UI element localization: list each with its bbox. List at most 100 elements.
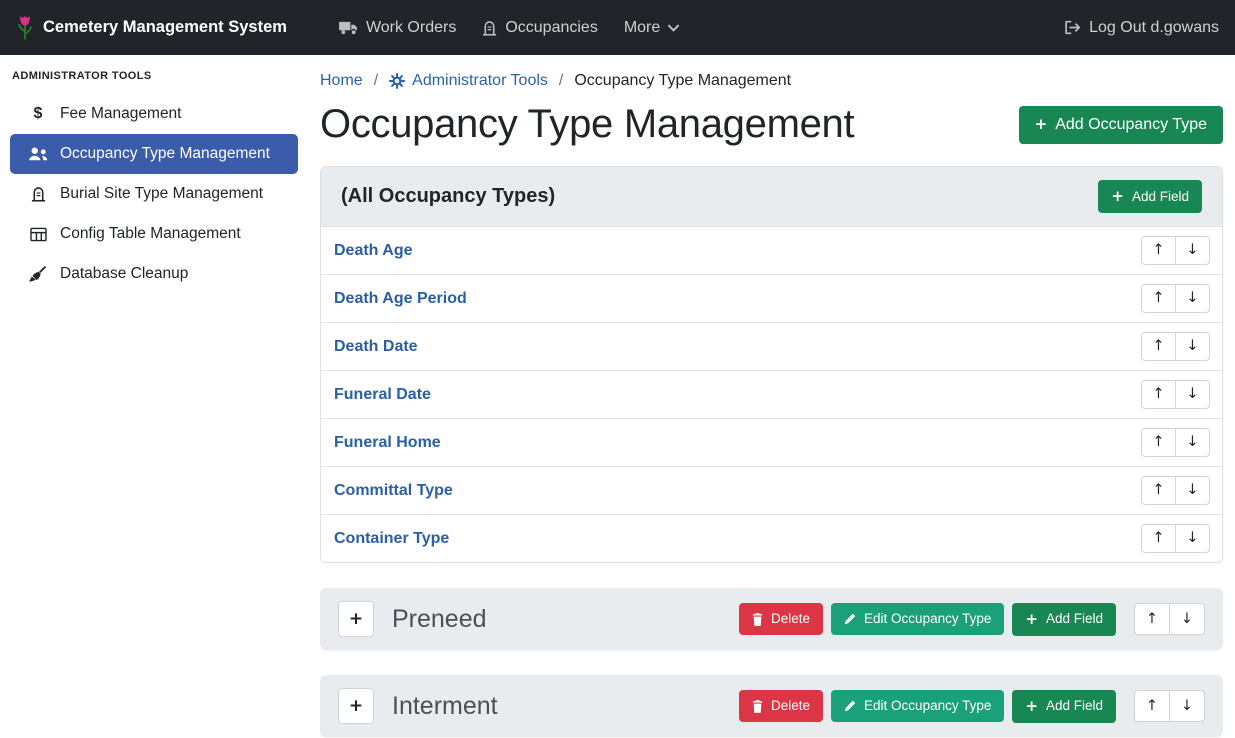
chevron-down-icon [668, 24, 679, 32]
sidebar-item-label: Fee Management [60, 105, 182, 123]
add-field-button[interactable]: + Add Field [1012, 690, 1116, 723]
app-title: Cemetery Management System [43, 18, 287, 37]
arrow-down-icon: ↓ [1181, 612, 1193, 627]
reorder-buttons: ↑ ↓ [1141, 284, 1210, 313]
plus-icon: + [1025, 699, 1038, 714]
add-occupancy-type-label: Add Occupancy Type [1055, 117, 1207, 133]
move-down-button[interactable]: ↓ [1175, 428, 1210, 457]
add-occupancy-type-button[interactable]: + Add Occupancy Type [1019, 106, 1223, 144]
arrow-up-icon: ↑ [1152, 531, 1164, 546]
move-down-button[interactable]: ↓ [1175, 284, 1210, 313]
add-field-button[interactable]: + Add Field [1098, 180, 1202, 213]
nav-more[interactable]: More [624, 19, 679, 37]
add-field-button[interactable]: + Add Field [1012, 603, 1116, 636]
breadcrumb-admin-tools[interactable]: Administrator Tools [389, 72, 548, 90]
nav-occupancies[interactable]: Occupancies [482, 19, 598, 37]
sidebar-item-fee-management[interactable]: $ Fee Management [10, 94, 298, 134]
field-link[interactable]: Committal Type [334, 482, 453, 500]
sidebar-item-occupancy-type-management[interactable]: Occupancy Type Management [10, 134, 298, 174]
edit-occupancy-type-label: Edit Occupancy Type [864, 699, 991, 713]
move-up-button[interactable]: ↑ [1141, 332, 1176, 361]
section-title: Interment [392, 692, 498, 721]
card-title: (All Occupancy Types) [341, 185, 555, 208]
arrow-up-icon: ↑ [1152, 291, 1164, 306]
page-layout: Administrator Tools $ Fee Management Occ… [0, 55, 1235, 737]
reorder-buttons: ↑ ↓ [1134, 690, 1205, 722]
arrow-down-icon: ↓ [1186, 291, 1198, 306]
field-link[interactable]: Death Age Period [334, 290, 467, 308]
move-down-button[interactable]: ↓ [1175, 332, 1210, 361]
reorder-buttons: ↑ ↓ [1141, 380, 1210, 409]
arrow-up-icon: ↑ [1146, 612, 1158, 627]
card-header: (All Occupancy Types) + Add Field [321, 167, 1222, 227]
breadcrumb-separator: / [374, 72, 378, 90]
move-up-button[interactable]: ↑ [1141, 524, 1176, 553]
arrow-down-icon: ↓ [1186, 531, 1198, 546]
move-down-button[interactable]: ↓ [1175, 524, 1210, 553]
move-up-button[interactable]: ↑ [1134, 690, 1170, 722]
breadcrumb-home[interactable]: Home [320, 72, 363, 90]
reorder-buttons: ↑ ↓ [1141, 476, 1210, 505]
occupancy-type-section-preneed: + Preneed Delete Edit Occupancy Type + A… [320, 588, 1223, 650]
nav-more-label: More [624, 19, 660, 37]
arrow-down-icon: ↓ [1186, 435, 1198, 450]
sidebar-item-label: Burial Site Type Management [60, 185, 263, 203]
field-row: Funeral Date ↑ ↓ [321, 370, 1222, 418]
move-up-button[interactable]: ↑ [1141, 428, 1176, 457]
move-down-button[interactable]: ↓ [1175, 236, 1210, 265]
field-row: Death Date ↑ ↓ [321, 322, 1222, 370]
field-link[interactable]: Death Date [334, 338, 418, 356]
delete-label: Delete [771, 699, 810, 713]
arrow-up-icon: ↑ [1152, 483, 1164, 498]
title-row: Occupancy Type Management + Add Occupanc… [320, 102, 1223, 147]
edit-occupancy-type-label: Edit Occupancy Type [864, 612, 991, 626]
dollar-icon: $ [26, 105, 50, 123]
field-link[interactable]: Container Type [334, 530, 449, 548]
truck-icon [339, 20, 358, 35]
all-occupancy-types-card: (All Occupancy Types) + Add Field Death … [320, 166, 1223, 563]
move-down-button[interactable]: ↓ [1169, 603, 1205, 635]
move-down-button[interactable]: ↓ [1169, 690, 1205, 722]
tulip-logo-icon [16, 14, 34, 41]
field-row: Committal Type ↑ ↓ [321, 466, 1222, 514]
sidebar-item-config-table-management[interactable]: Config Table Management [10, 214, 298, 254]
plus-icon: + [1025, 612, 1038, 627]
arrow-up-icon: ↑ [1152, 435, 1164, 450]
breadcrumb-admin-tools-label: Administrator Tools [412, 72, 548, 90]
field-link[interactable]: Funeral Home [334, 434, 441, 452]
sidebar-item-database-cleanup[interactable]: Database Cleanup [10, 254, 298, 294]
add-field-label: Add Field [1132, 190, 1189, 204]
logout-link[interactable]: Log Out d.gowans [1064, 19, 1219, 37]
arrow-down-icon: ↓ [1186, 243, 1198, 258]
field-link[interactable]: Funeral Date [334, 386, 431, 404]
move-up-button[interactable]: ↑ [1134, 603, 1170, 635]
main-content: Home / Administrator Tools / Occupancy T… [308, 55, 1235, 737]
move-up-button[interactable]: ↑ [1141, 284, 1176, 313]
edit-occupancy-type-button[interactable]: Edit Occupancy Type [831, 603, 1004, 635]
breadcrumb: Home / Administrator Tools / Occupancy T… [320, 72, 1223, 90]
move-down-button[interactable]: ↓ [1175, 476, 1210, 505]
delete-button[interactable]: Delete [739, 603, 823, 635]
expand-section-button[interactable]: + [338, 688, 374, 724]
trash-icon [752, 700, 763, 713]
delete-button[interactable]: Delete [739, 690, 823, 722]
reorder-buttons: ↑ ↓ [1141, 428, 1210, 457]
sidebar-item-label: Occupancy Type Management [60, 145, 270, 163]
move-up-button[interactable]: ↑ [1141, 236, 1176, 265]
move-up-button[interactable]: ↑ [1141, 380, 1176, 409]
logout-label: Log Out d.gowans [1089, 19, 1219, 37]
sidebar-item-burial-site-type-management[interactable]: Burial Site Type Management [10, 174, 298, 214]
nav-work-orders[interactable]: Work Orders [339, 19, 456, 37]
expand-section-button[interactable]: + [338, 601, 374, 637]
move-down-button[interactable]: ↓ [1175, 380, 1210, 409]
table-icon [26, 227, 50, 242]
users-icon [26, 147, 50, 161]
broom-icon [26, 266, 50, 282]
breadcrumb-separator: / [559, 72, 563, 90]
field-link[interactable]: Death Age [334, 242, 413, 260]
edit-occupancy-type-button[interactable]: Edit Occupancy Type [831, 690, 1004, 722]
move-up-button[interactable]: ↑ [1141, 476, 1176, 505]
tombstone-icon [26, 186, 50, 202]
arrow-down-icon: ↓ [1186, 339, 1198, 354]
pencil-icon [844, 613, 856, 625]
